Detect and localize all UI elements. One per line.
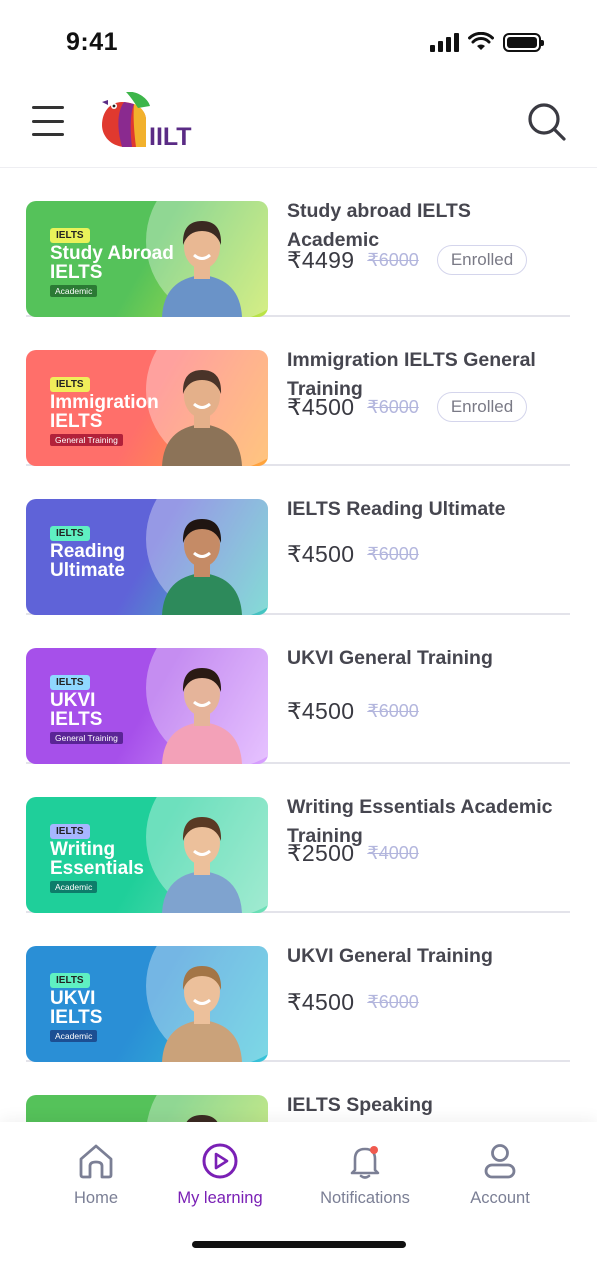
price-line: ₹2500 ₹4000 [287,840,419,867]
course-thumbnail[interactable]: IELTS Writing Essentials Academic [26,797,268,913]
course-original-price: ₹6000 [367,544,419,564]
course-title[interactable]: UKVI General Training [287,942,567,971]
price-line: ₹4500 ₹6000 [287,698,419,725]
thumbnail-title-line1: UKVI [50,690,96,711]
course-price: ₹4500 [287,393,355,420]
play-circle-icon [202,1143,238,1179]
nav-home-label: Home [73,1189,118,1207]
nav-account[interactable]: Account [430,1122,570,1222]
status-bar: 9:41 [0,0,597,82]
course-original-price: ₹6000 [367,992,419,1012]
wifi-icon [468,32,494,50]
thumbnail-title-line2: IELTS [50,1007,103,1028]
status-time: 9:41 [66,28,119,56]
course-original-price: ₹6000 [367,701,419,721]
thumbnail-title-line1: Study Abroad [50,243,174,264]
enrolled-badge: Enrolled [436,245,528,275]
course-price: ₹4500 [287,989,355,1015]
course-original-price: ₹6000 [367,249,419,270]
menu-button[interactable] [32,106,64,136]
course-original-price: ₹6000 [367,396,419,417]
thumbnail-title-line2: Ultimate [50,560,125,581]
course-row[interactable]: IELTS Writing Essentials Academic Writin… [26,764,570,913]
thumbnail-subtitle: Academic [50,881,98,893]
thumbnail-tag: IELTS [50,526,90,541]
thumbnail-subtitle: General Training [50,434,123,446]
course-thumbnail[interactable]: IELTS Reading Ultimate [26,499,268,615]
nav-notifications-label: Notifications [320,1189,410,1207]
thumbnail-title-line1: Reading [50,541,125,562]
course-title[interactable]: IELTS Speaking [287,1091,567,1120]
course-thumbnail[interactable]: IELTS Study Abroad IELTS Academic [26,201,268,317]
instructor-photo [162,668,242,764]
instructor-photo [162,817,242,913]
user-icon [484,1144,516,1179]
iilt-logo: IILT [102,92,192,151]
nav-my-learning[interactable]: My learning [150,1122,290,1222]
home-icon [79,1144,113,1179]
course-price: ₹4500 [287,698,355,724]
course-price: ₹4500 [287,541,355,567]
course-row[interactable]: IELTS UKVI IELTS Academic UKVI General T… [26,913,570,1062]
bottom-nav: Home My learning Notifications Account [0,1122,597,1268]
thumbnail-title-line1: Writing [50,839,116,860]
course-row[interactable]: IELTS UKVI IELTS General Training UKVI G… [26,615,570,764]
course-thumbnail[interactable]: IELTS UKVI IELTS Academic [26,946,268,1062]
course-row[interactable]: IELTS Immigration IELTS General Training… [26,317,570,466]
instructor-photo [186,1115,218,1123]
thumbnail-tag: IELTS [50,675,90,690]
nav-account-label: Account [470,1189,530,1207]
thumbnail-title-line2: IELTS [50,411,103,432]
instructor-photo [162,519,242,615]
course-title[interactable]: UKVI General Training [287,644,567,673]
thumbnail-title-line1: UKVI [50,988,96,1009]
price-line: ₹4499 ₹6000 Enrolled [287,245,528,275]
bell-icon [350,1146,380,1179]
course-thumbnail[interactable]: IELTS Immigration IELTS General Training [26,350,268,466]
thumbnail-title-line2: IELTS [50,262,103,283]
thumbnail-title-line2: Essentials [50,858,144,879]
thumbnail-subtitle: General Training [50,732,123,744]
course-row[interactable]: IELTS Study Abroad IELTS Academic Study … [26,168,570,317]
nav-my-learning-label: My learning [177,1189,263,1207]
instructor-photo [162,966,242,1062]
course-price: ₹4499 [287,246,355,273]
price-line: ₹4500 ₹6000 [287,541,419,568]
logo-text: IILT [149,123,192,151]
course-row[interactable]: IELTS Speaking [26,1062,570,1123]
app-screen: 9:41 IILT IELTS Study Abroad IELTS Acade… [0,0,597,1268]
enrolled-badge: Enrolled [436,392,528,422]
thumbnail-tag: IELTS [50,377,90,392]
course-price: ₹2500 [287,840,355,866]
battery-icon [503,32,544,52]
thumbnail-tag: IELTS [50,824,90,839]
thumbnail-tag: IELTS [50,973,90,988]
status-icons [430,32,544,52]
course-list[interactable]: IELTS Study Abroad IELTS Academic Study … [0,168,597,1123]
course-thumbnail[interactable] [26,1095,268,1123]
course-thumbnail[interactable]: IELTS UKVI IELTS General Training [26,648,268,764]
thumbnail-subtitle: Academic [50,1030,98,1042]
home-indicator [192,1241,406,1248]
instructor-photo [162,370,242,466]
course-original-price: ₹4000 [367,843,419,863]
price-line: ₹4500 ₹6000 [287,989,419,1016]
nav-home[interactable]: Home [26,1122,166,1222]
price-line: ₹4500 ₹6000 Enrolled [287,392,528,422]
app-header: IILT [0,82,597,168]
nav-notifications[interactable]: Notifications [295,1122,435,1222]
cellular-signal-icon [430,32,459,52]
search-icon[interactable] [527,102,567,142]
thumbnail-title-line1: Immigration [50,392,159,413]
thumbnail-subtitle: Academic [50,285,98,297]
thumbnail-tag: IELTS [50,228,90,243]
thumbnail-title-line2: IELTS [50,709,103,730]
course-row[interactable]: IELTS Reading Ultimate IELTS Reading Ult… [26,466,570,615]
course-title[interactable]: IELTS Reading Ultimate [287,495,567,524]
